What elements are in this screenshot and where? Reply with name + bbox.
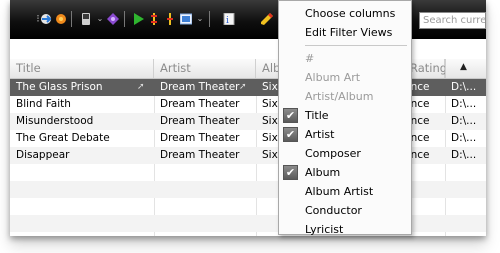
menu-item-composer[interactable]: Composer xyxy=(279,144,411,163)
column-context-menu: Choose columns Edit Filter Views # Album… xyxy=(278,0,412,236)
menu-item-title[interactable]: ✔ Title xyxy=(279,106,411,125)
table-row[interactable]: The Great Debate Dream Theater Six Degre… xyxy=(10,130,486,147)
menu-item-album-art[interactable]: Album Art xyxy=(279,68,411,87)
cell-title: The Great Debate xyxy=(16,132,110,144)
column-header-artist[interactable]: Artist xyxy=(154,59,256,78)
empty-row xyxy=(10,198,486,215)
checkmark-icon: ✔ xyxy=(283,165,298,180)
menu-item-lyricist[interactable]: Lyricist xyxy=(279,220,411,239)
table-row[interactable]: Disappear Dream Theater Six Degrees of I… xyxy=(10,147,486,164)
cell-title: Disappear xyxy=(16,149,70,161)
app-window: ⁝ ⌄ ⌄ i Search curre Title Artist Rating… xyxy=(10,0,486,236)
chevron-down-icon[interactable]: ⌄ xyxy=(194,13,206,25)
checkmark-icon: ✔ xyxy=(283,127,298,142)
cell-path: D:\... xyxy=(451,98,477,110)
empty-row xyxy=(10,164,486,181)
menu-item-choose-columns[interactable]: Choose columns xyxy=(279,4,411,23)
menu-item-album-artist[interactable]: Album Artist xyxy=(279,182,411,201)
menu-separator xyxy=(305,45,407,46)
sort-ascending-icon: ▲ xyxy=(460,62,467,72)
chevron-down-icon[interactable]: ⌄ xyxy=(94,13,106,25)
edit-tag-icon[interactable] xyxy=(261,13,273,25)
cell-artist: Dream Theater xyxy=(160,149,240,161)
empty-row xyxy=(10,215,486,232)
toolbar-separator xyxy=(209,11,210,27)
svg-text:i: i xyxy=(226,16,229,25)
cell-path: D:\... xyxy=(451,132,477,144)
menu-item-artist[interactable]: ✔ Artist xyxy=(279,125,411,144)
toolbar-separator xyxy=(71,11,72,27)
send-to-device-icon[interactable] xyxy=(40,13,52,25)
menu-item-edit-filter-views[interactable]: Edit Filter Views xyxy=(279,23,411,42)
play-icon[interactable] xyxy=(132,13,144,25)
cell-title: Misunderstood xyxy=(16,115,94,127)
cell-path: D:\... xyxy=(451,115,477,127)
column-header-row: Title Artist Album Rating ▲ xyxy=(10,59,486,79)
column-header-title[interactable]: Title xyxy=(10,59,154,78)
menu-item-label: Album xyxy=(305,166,341,179)
tag-info-icon[interactable]: i xyxy=(223,13,235,25)
menu-item-track-number[interactable]: # xyxy=(279,49,411,68)
search-input[interactable]: Search current selection xyxy=(419,12,486,29)
equalizer-icon[interactable] xyxy=(148,13,160,25)
visualizer-icon[interactable] xyxy=(107,13,119,25)
cell-artist: Dream Theater xyxy=(160,98,240,110)
cell-path: D:\... xyxy=(451,149,477,161)
level-icon[interactable] xyxy=(164,13,176,25)
toolbar: ⁝ ⌄ ⌄ i Search curre xyxy=(10,0,486,39)
empty-row xyxy=(10,181,486,198)
cell-path: D:\... xyxy=(451,81,477,93)
checkmark-icon: ✔ xyxy=(283,108,298,123)
column-header-path[interactable]: ▲ xyxy=(445,59,486,78)
cell-artist: Dream Theater xyxy=(160,115,240,127)
column-header-rating[interactable]: Rating xyxy=(410,59,445,78)
table-row[interactable]: Misunderstood Dream Theater Six Degrees … xyxy=(10,113,486,130)
menu-item-label: Title xyxy=(305,109,329,122)
pin-icon: ➚ xyxy=(239,82,247,92)
layout-view-icon[interactable] xyxy=(180,13,192,25)
cell-title: Blind Faith xyxy=(16,98,71,110)
burn-disc-icon[interactable] xyxy=(55,13,67,25)
menu-item-label: Artist xyxy=(305,128,335,141)
menu-item-artist-album[interactable]: Artist/Album xyxy=(279,87,411,106)
pin-icon: ➚ xyxy=(137,82,145,92)
toolbar-separator xyxy=(124,11,125,27)
menu-item-conductor[interactable]: Conductor xyxy=(279,201,411,220)
menu-item-album[interactable]: ✔ Album xyxy=(279,163,411,182)
portable-device-icon[interactable] xyxy=(80,13,92,25)
cell-artist: Dream Theater xyxy=(160,132,240,144)
table-row[interactable]: The Glass Prison ➚ Dream Theater ➚ Six D… xyxy=(10,79,486,96)
cell-title: The Glass Prison xyxy=(16,81,103,93)
table-row[interactable]: Blind Faith Dream Theater Six Degrees of… xyxy=(10,96,486,113)
